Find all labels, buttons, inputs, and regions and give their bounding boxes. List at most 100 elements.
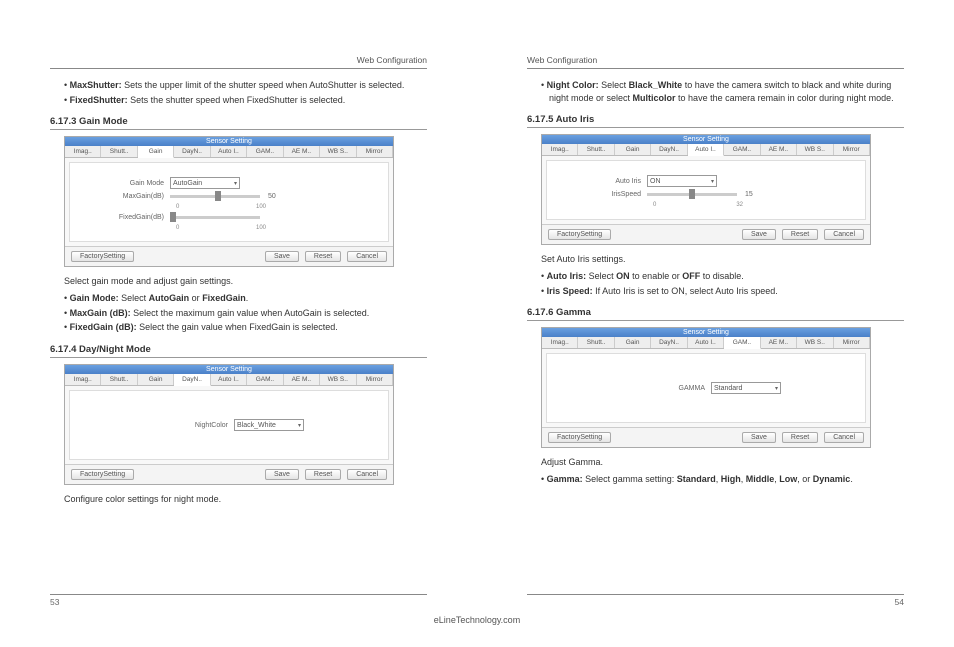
caption: Configure color settings for night mode. — [64, 493, 427, 506]
tab[interactable]: GAM.. — [724, 337, 760, 349]
section-title: 6.17.4 Day/Night Mode — [50, 344, 427, 358]
tab[interactable]: Shutt.. — [578, 337, 614, 348]
tab[interactable]: Imag.. — [65, 146, 101, 157]
cancel-button[interactable]: Cancel — [824, 432, 864, 443]
bullet: Gain Mode: Select AutoGain or FixedGain. — [72, 292, 427, 305]
tab[interactable]: Gain — [615, 144, 651, 155]
save-button[interactable]: Save — [265, 469, 299, 480]
tab[interactable]: Mirror — [834, 337, 870, 348]
tab[interactable]: Gain — [615, 337, 651, 348]
save-button[interactable]: Save — [742, 229, 776, 240]
page-header: Web Configuration — [50, 55, 427, 69]
section-title: 6.17.5 Auto Iris — [527, 114, 904, 128]
cancel-button[interactable]: Cancel — [347, 251, 387, 262]
tab[interactable]: Mirror — [357, 146, 393, 157]
tab[interactable]: GAM.. — [247, 146, 283, 157]
gain-mode-select[interactable]: AutoGain — [170, 177, 240, 189]
bullet: FixedShutter: Sets the shutter speed whe… — [72, 94, 427, 107]
label: MaxGain(dB) — [90, 193, 170, 200]
tab[interactable]: Imag.. — [542, 337, 578, 348]
tab-bar: Imag..Shutt..GainDayN..Auto I..GAM..AE M… — [65, 146, 393, 158]
tab[interactable]: DayN.. — [174, 374, 210, 386]
reset-button[interactable]: Reset — [782, 229, 818, 240]
save-button[interactable]: Save — [265, 251, 299, 262]
label: FixedGain(dB) — [90, 214, 170, 221]
reset-button[interactable]: Reset — [305, 251, 341, 262]
tab-bar: Imag..Shutt..GainDayN..Auto I..GAM..AE M… — [542, 144, 870, 156]
tab[interactable]: AE M.. — [761, 337, 797, 348]
tab[interactable]: DayN.. — [174, 146, 210, 157]
tab[interactable]: Auto I.. — [211, 146, 247, 157]
page-header: Web Configuration — [527, 55, 904, 69]
cancel-button[interactable]: Cancel — [347, 469, 387, 480]
factory-button[interactable]: FactorySetting — [548, 432, 611, 443]
window-title: Sensor Setting — [65, 365, 393, 374]
tab[interactable]: Gain — [138, 146, 174, 158]
label: Auto Iris — [567, 178, 647, 185]
tab[interactable]: AE M.. — [284, 374, 320, 385]
tab[interactable]: WB S.. — [797, 144, 833, 155]
bullet: Gamma: Select gamma setting: Standard, H… — [549, 473, 904, 486]
tab[interactable]: DayN.. — [651, 337, 687, 348]
window-title: Sensor Setting — [542, 328, 870, 337]
tab[interactable]: Shutt.. — [101, 146, 137, 157]
page-number: 54 — [895, 597, 904, 607]
tab[interactable]: Mirror — [357, 374, 393, 385]
tab[interactable]: Imag.. — [65, 374, 101, 385]
label: IrisSpeed — [567, 191, 647, 198]
tab-bar: Imag..Shutt..GainDayN..Auto I..GAM..AE M… — [542, 337, 870, 349]
tab[interactable]: WB S.. — [797, 337, 833, 348]
caption: Select gain mode and adjust gain setting… — [64, 275, 427, 288]
section-title: 6.17.6 Gamma — [527, 307, 904, 321]
bullet: Auto Iris: Select ON to enable or OFF to… — [549, 270, 904, 283]
screenshot-gamma: Sensor Setting Imag..Shutt..GainDayN..Au… — [541, 327, 871, 448]
screenshot-autoiris: Sensor Setting Imag..Shutt..GainDayN..Au… — [541, 134, 871, 245]
page-right: Web Configuration Night Color: Select Bl… — [477, 0, 954, 647]
label: Gain Mode — [90, 180, 170, 187]
bullet: FixedGain (dB): Select the gain value wh… — [72, 321, 427, 334]
maxgain-slider[interactable]: 50 — [170, 193, 276, 200]
autoiris-select[interactable]: ON — [647, 175, 717, 187]
tab[interactable]: AE M.. — [761, 144, 797, 155]
tab[interactable]: DayN.. — [651, 144, 687, 155]
bullet: MaxGain (dB): Select the maximum gain va… — [72, 307, 427, 320]
tab[interactable]: Shutt.. — [578, 144, 614, 155]
tab[interactable]: Shutt.. — [101, 374, 137, 385]
divider — [527, 594, 904, 595]
save-button[interactable]: Save — [742, 432, 776, 443]
reset-button[interactable]: Reset — [782, 432, 818, 443]
divider — [50, 594, 427, 595]
factory-button[interactable]: FactorySetting — [548, 229, 611, 240]
label: GAMMA — [631, 385, 711, 392]
gamma-select[interactable]: Standard — [711, 382, 781, 394]
nightcolor-select[interactable]: Black_White — [234, 419, 304, 431]
tab[interactable]: GAM.. — [247, 374, 283, 385]
caption: Adjust Gamma. — [541, 456, 904, 469]
screenshot-daynight: Sensor Setting Imag..Shutt..GainDayN..Au… — [64, 364, 394, 485]
page-left: Web Configuration MaxShutter: Sets the u… — [0, 0, 477, 647]
tab-bar: Imag..Shutt..GainDayN..Auto I..GAM..AE M… — [65, 374, 393, 386]
tab[interactable]: Auto I.. — [688, 337, 724, 348]
tab[interactable]: GAM.. — [724, 144, 760, 155]
factory-button[interactable]: FactorySetting — [71, 469, 134, 480]
tab[interactable]: WB S.. — [320, 146, 356, 157]
tab[interactable]: Mirror — [834, 144, 870, 155]
window-title: Sensor Setting — [65, 137, 393, 146]
reset-button[interactable]: Reset — [305, 469, 341, 480]
tab[interactable]: Auto I.. — [211, 374, 247, 385]
label: NightColor — [154, 422, 234, 429]
cancel-button[interactable]: Cancel — [824, 229, 864, 240]
bullet: Iris Speed: If Auto Iris is set to ON, s… — [549, 285, 904, 298]
tab[interactable]: WB S.. — [320, 374, 356, 385]
window-title: Sensor Setting — [542, 135, 870, 144]
section-title: 6.17.3 Gain Mode — [50, 116, 427, 130]
tab[interactable]: Imag.. — [542, 144, 578, 155]
fixedgain-slider[interactable] — [170, 216, 260, 219]
factory-button[interactable]: FactorySetting — [71, 251, 134, 262]
screenshot-gain-mode: Sensor Setting Imag..Shutt..GainDayN..Au… — [64, 136, 394, 267]
tab[interactable]: AE M.. — [284, 146, 320, 157]
tab[interactable]: Gain — [138, 374, 174, 385]
irisspeed-slider[interactable]: 15 — [647, 191, 753, 198]
tab[interactable]: Auto I.. — [688, 144, 724, 156]
caption: Set Auto Iris settings. — [541, 253, 904, 266]
